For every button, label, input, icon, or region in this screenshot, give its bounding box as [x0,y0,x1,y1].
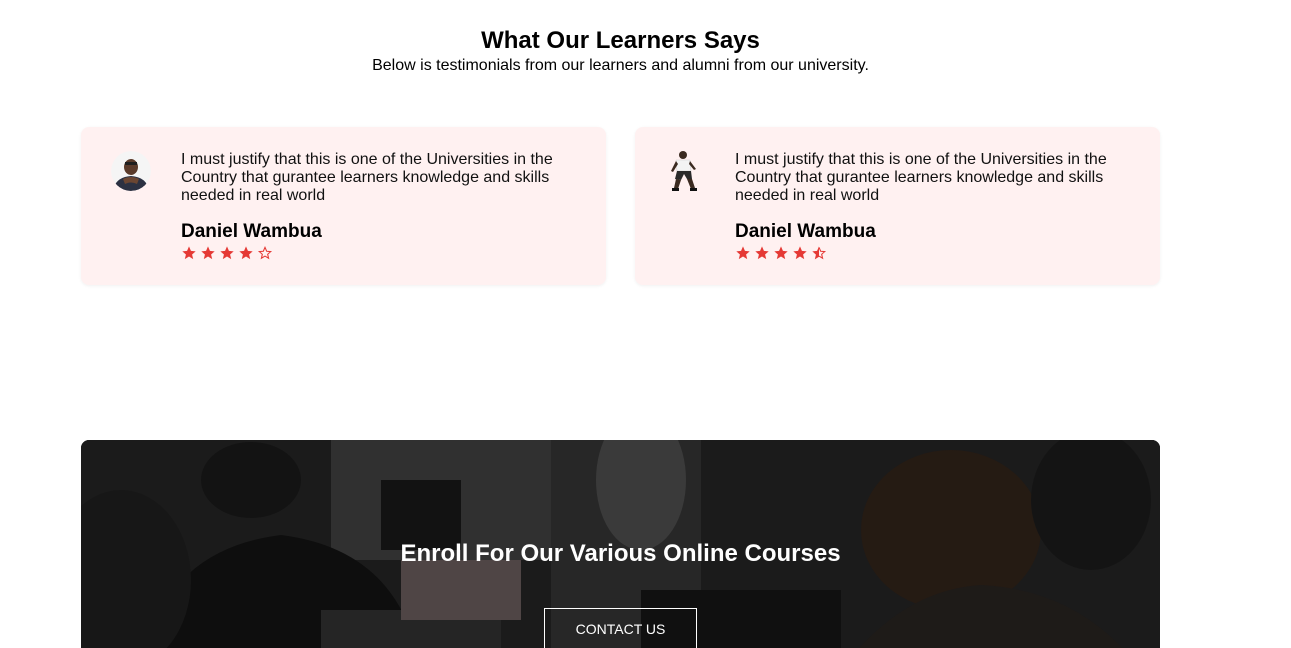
contact-us-button[interactable]: CONTACT US [544,608,697,648]
star-filled-icon [219,245,235,261]
star-filled-icon [735,245,751,261]
testimonial-body: I must justify that this is one of the U… [735,151,1135,262]
testimonial-quote: I must justify that this is one of the U… [735,151,1107,204]
avatar [667,149,703,193]
cta-title: Enroll For Our Various Online Courses [400,540,841,567]
section-subtitle: Below is testimonials from our learners … [372,57,869,74]
testimonial-author: Daniel Wambua [735,221,876,242]
star-half-icon [811,245,827,261]
testimonial-author: Daniel Wambua [181,221,322,242]
star-filled-icon [792,245,808,261]
page: What Our Learners Says Below is testimon… [0,0,1291,648]
star-filled-icon [773,245,789,261]
star-filled-icon [200,245,216,261]
star-rating [735,244,1135,262]
star-filled-icon [754,245,770,261]
section-title: What Our Learners Says [481,27,760,54]
testimonial-card: I must justify that this is one of the U… [81,127,606,285]
enroll-banner: Enroll For Our Various Online Courses CO… [81,440,1160,648]
testimonial-body: I must justify that this is one of the U… [181,151,581,262]
avatar [111,151,151,191]
testimonials-header: What Our Learners Says Below is testimon… [0,26,1241,76]
star-filled-icon [181,245,197,261]
star-empty-icon [257,245,273,261]
star-rating [181,244,581,262]
star-filled-icon [238,245,254,261]
testimonial-quote: I must justify that this is one of the U… [181,151,553,204]
testimonial-card: I must justify that this is one of the U… [635,127,1160,285]
